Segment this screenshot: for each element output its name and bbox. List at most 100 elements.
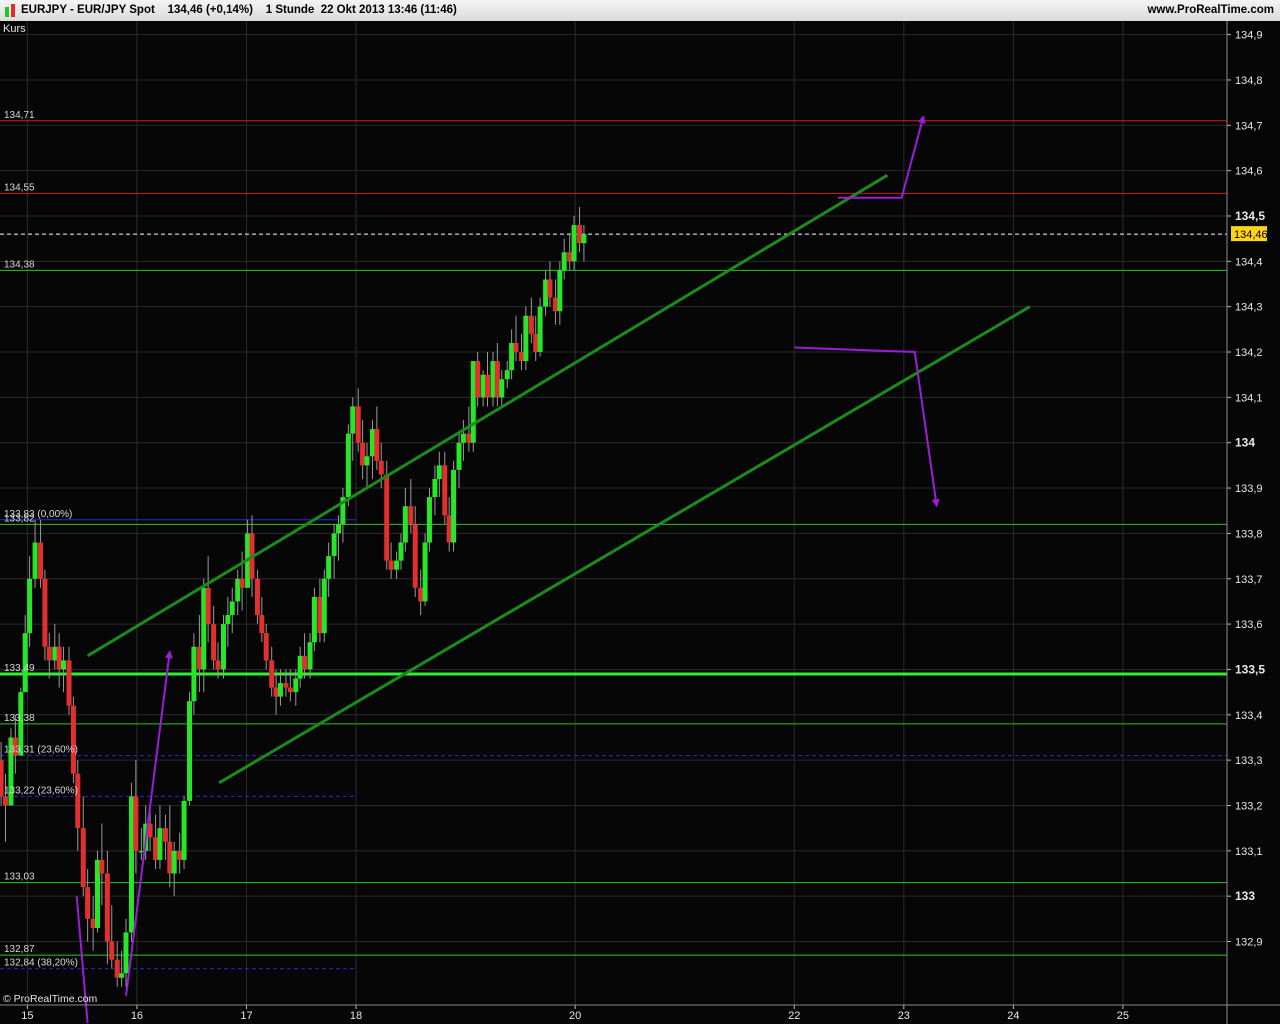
candle-down <box>269 660 275 688</box>
candle-up <box>369 429 375 457</box>
candle-up <box>326 556 332 579</box>
y-tick-label: 134,9 <box>1235 30 1263 42</box>
candle-down <box>475 361 481 398</box>
fib-label: 133,83 (0,00%) <box>4 509 72 520</box>
x-tick-label: 23 <box>898 1010 910 1022</box>
candle-up <box>364 456 370 466</box>
candle-down <box>533 333 539 353</box>
candle-down <box>254 578 260 616</box>
chart-title-bar: EURJPY - EUR/JPY Spot 134,46 (+0,14%) 1 … <box>0 0 1280 22</box>
level-label: 134,38 <box>4 259 35 270</box>
symbol: EURJPY <box>21 4 67 16</box>
candle-down <box>513 342 519 353</box>
level-label: 134,55 <box>4 182 35 193</box>
level-label: 133,49 <box>4 663 35 674</box>
y-tick-label: 133,7 <box>1235 574 1263 586</box>
candle-up <box>422 542 428 602</box>
candle-down <box>196 646 202 670</box>
candle-down <box>38 542 44 579</box>
y-tick-label: 133,4 <box>1235 710 1263 722</box>
level-label: 133,38 <box>4 713 35 724</box>
chart-type-icon <box>5 4 15 17</box>
x-tick-label: 15 <box>21 1010 33 1022</box>
candle-up <box>119 973 125 978</box>
y-tick-label: 133,1 <box>1235 846 1263 858</box>
current-price-label: 134,46 <box>1234 229 1268 241</box>
candle-down <box>114 959 120 978</box>
candle-down <box>374 429 380 461</box>
instrument-name: EUR/JPY Spot <box>77 4 155 16</box>
y-tick-label: 134,8 <box>1235 75 1263 87</box>
candle-up <box>432 478 438 498</box>
candle-down <box>283 683 289 688</box>
candle-up <box>480 374 486 398</box>
last-price: 134,46 <box>167 4 203 16</box>
candle-down <box>547 279 553 298</box>
y-tick-label: 134,1 <box>1235 392 1263 404</box>
candle-down <box>418 587 424 602</box>
y-tick-label: 133,8 <box>1235 528 1263 540</box>
candle-down <box>446 515 452 543</box>
y-tick-label: 133,2 <box>1235 800 1263 812</box>
x-tick-label: 20 <box>569 1010 581 1022</box>
candle-up <box>293 678 299 693</box>
candle-up <box>345 433 351 498</box>
candle-down <box>42 578 48 647</box>
candle-up <box>187 701 193 801</box>
y-tick-label: 134,3 <box>1235 302 1263 314</box>
y-tick-label: 134,2 <box>1235 347 1263 359</box>
candle-up <box>426 497 432 543</box>
candle-up <box>571 225 577 262</box>
candle-down <box>287 687 293 693</box>
candle-up <box>61 660 67 670</box>
chart-title: EURJPY - EUR/JPY Spot 134,46 (+0,14%) 1 … <box>21 4 457 16</box>
candle-up <box>171 850 177 874</box>
candle-down <box>56 646 62 670</box>
candle-down <box>167 841 173 874</box>
candle-up <box>537 306 543 353</box>
candle-up <box>509 342 515 371</box>
candle-down <box>66 660 72 706</box>
candle-down <box>2 796 8 806</box>
candle-down <box>494 361 500 398</box>
fib-label: 133,22 (23,60%) <box>4 785 78 796</box>
candle-down <box>485 374 491 398</box>
candle-up <box>138 850 144 853</box>
level-label: 133,03 <box>4 872 35 883</box>
candle-up <box>394 560 400 570</box>
candle-down <box>215 660 221 670</box>
candle-up <box>235 578 241 602</box>
candle-up <box>220 624 226 670</box>
candle-up <box>499 379 505 398</box>
candle-up <box>557 270 563 312</box>
candle-down <box>388 560 394 570</box>
candle-down <box>259 615 265 634</box>
candle-up <box>456 442 462 470</box>
candle-down <box>177 850 183 860</box>
y-tick-label: 133,9 <box>1235 483 1263 495</box>
candle-up <box>523 315 529 362</box>
candle-up <box>307 642 313 670</box>
candle-down <box>577 225 583 244</box>
x-tick-label: 24 <box>1007 1010 1019 1022</box>
brand-link[interactable]: www.ProRealTime.com <box>1147 0 1274 21</box>
candle-up <box>311 596 317 643</box>
candle-down <box>412 524 418 588</box>
candle-down <box>384 474 390 561</box>
y-tick-label: 134,7 <box>1235 120 1263 132</box>
candle-down <box>378 460 384 475</box>
candle-down <box>442 465 448 516</box>
timeframe: 1 Stunde <box>265 4 315 16</box>
x-tick-label: 17 <box>240 1010 252 1022</box>
copyright: © ProRealTime.com <box>3 993 98 1005</box>
candle-up <box>27 578 33 634</box>
candle-up <box>157 828 163 860</box>
candle-up <box>402 506 408 543</box>
price-chart[interactable]: 134,71134,55134,38133,82133,49133,38133,… <box>0 21 1280 1024</box>
candle-down <box>75 773 81 829</box>
y-tick-label: 133,3 <box>1235 755 1263 767</box>
candle-up <box>181 800 187 860</box>
candle-down <box>80 828 86 888</box>
candle-up <box>336 524 342 534</box>
candle-down <box>85 887 91 919</box>
